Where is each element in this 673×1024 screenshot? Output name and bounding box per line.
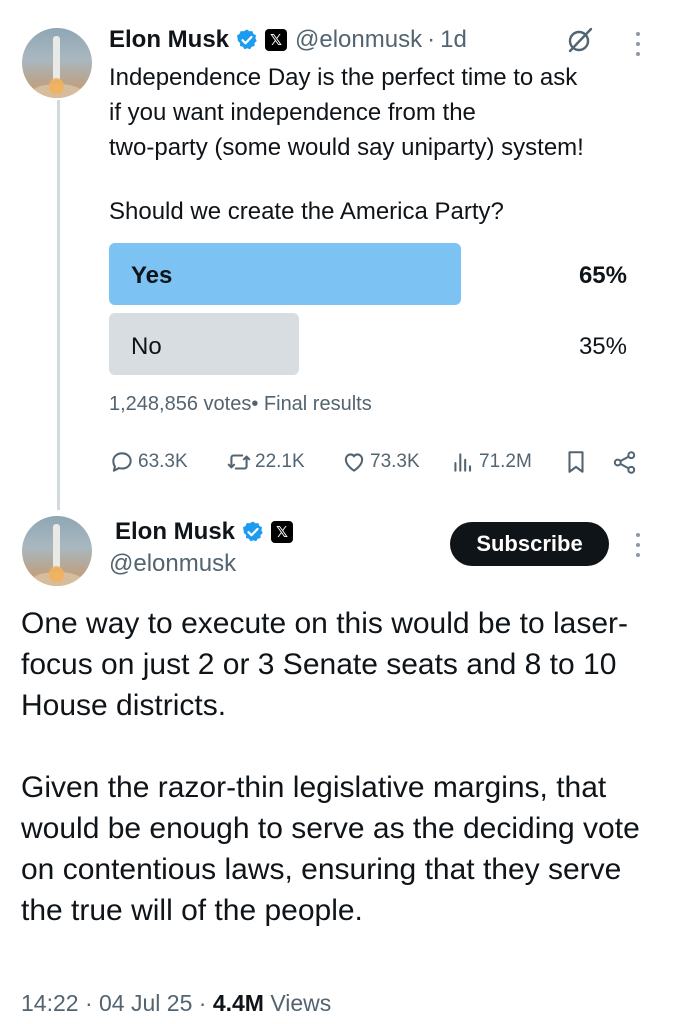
avatar[interactable] bbox=[22, 516, 92, 586]
separator: · bbox=[84, 990, 93, 1016]
author-handle[interactable]: @elonmusk bbox=[109, 550, 236, 578]
share-icon[interactable] bbox=[611, 449, 638, 476]
views-button[interactable]: 71.2M bbox=[450, 449, 532, 475]
views-icon bbox=[454, 453, 472, 472]
tweet-text-line: two-party (some would say uniparty) syst… bbox=[109, 134, 584, 161]
poll-vote-count: 1,248,856 votes bbox=[109, 393, 252, 415]
verified-badge-icon bbox=[237, 29, 257, 50]
reply-button[interactable]: 63.3K bbox=[109, 449, 188, 475]
tweet-timestamp[interactable]: 1d bbox=[440, 26, 467, 54]
poll-option-percent: 65% bbox=[578, 262, 627, 289]
tweet-paragraph: One way to execute on this would be to l… bbox=[21, 607, 629, 722]
subscribe-button[interactable]: Subscribe bbox=[450, 522, 609, 566]
tweet-header: Elon Musk 𝕏 bbox=[115, 518, 294, 546]
heart-icon bbox=[344, 453, 364, 472]
bookmark-icon[interactable] bbox=[563, 449, 589, 475]
verified-badge-icon bbox=[243, 521, 263, 542]
avatar[interactable] bbox=[22, 28, 92, 98]
x-logo-icon: 𝕏 bbox=[265, 29, 288, 51]
tweet-paragraph: Given the razor-thin legislative margins… bbox=[21, 771, 640, 927]
separator: · bbox=[198, 990, 207, 1016]
repost-icon bbox=[227, 454, 251, 470]
thread-connector-line bbox=[57, 100, 60, 510]
x-logo-icon: 𝕏 bbox=[271, 521, 294, 543]
repost-button[interactable]: 22.1K bbox=[226, 449, 305, 475]
repost-count: 22.1K bbox=[255, 451, 305, 472]
grok-icon[interactable] bbox=[564, 24, 596, 56]
separator: · bbox=[427, 26, 436, 53]
author-name[interactable]: Elon Musk bbox=[115, 518, 235, 546]
tweet-header: Elon Musk 𝕏 @elonmusk · 1d bbox=[109, 26, 467, 54]
tweet-text-line: if you want independence from the bbox=[109, 99, 476, 126]
poll-option-label: Yes bbox=[131, 262, 173, 289]
tweet-action-bar: 63.3K 22.1K 73.3K 71.2M bbox=[109, 449, 639, 479]
tweet-text: Independence Day is the perfect time to … bbox=[109, 60, 659, 165]
reply-count: 63.3K bbox=[138, 451, 188, 472]
tweet-date[interactable]: 04 Jul 25 bbox=[99, 990, 192, 1016]
more-options-icon[interactable] bbox=[635, 32, 641, 56]
poll-option-label: No bbox=[131, 333, 162, 360]
author-handle[interactable]: @elonmusk bbox=[295, 26, 422, 54]
poll-meta: 1,248,856 votes• Final results bbox=[109, 393, 372, 416]
tweet-time[interactable]: 14:22 bbox=[21, 990, 79, 1016]
tweet-footer: 14:22 · 04 Jul 25 · 4.4M Views bbox=[21, 990, 331, 1017]
tweet-views-label: Views bbox=[270, 990, 332, 1016]
poll-option-percent: 35% bbox=[578, 333, 627, 360]
tweet-text-line: Independence Day is the perfect time to … bbox=[109, 64, 578, 91]
like-count: 73.3K bbox=[370, 451, 420, 472]
tweet-views-count[interactable]: 4.4M bbox=[213, 990, 264, 1016]
poll-status: • Final results bbox=[251, 393, 372, 415]
poll-question: Should we create the America Party? bbox=[109, 198, 504, 225]
reply-icon bbox=[112, 452, 132, 472]
tweet-body: One way to execute on this would be to l… bbox=[21, 603, 661, 931]
view-count: 71.2M bbox=[479, 451, 532, 472]
like-button[interactable]: 73.3K bbox=[341, 449, 420, 475]
author-name[interactable]: Elon Musk bbox=[109, 26, 229, 54]
more-options-icon[interactable] bbox=[635, 533, 641, 557]
